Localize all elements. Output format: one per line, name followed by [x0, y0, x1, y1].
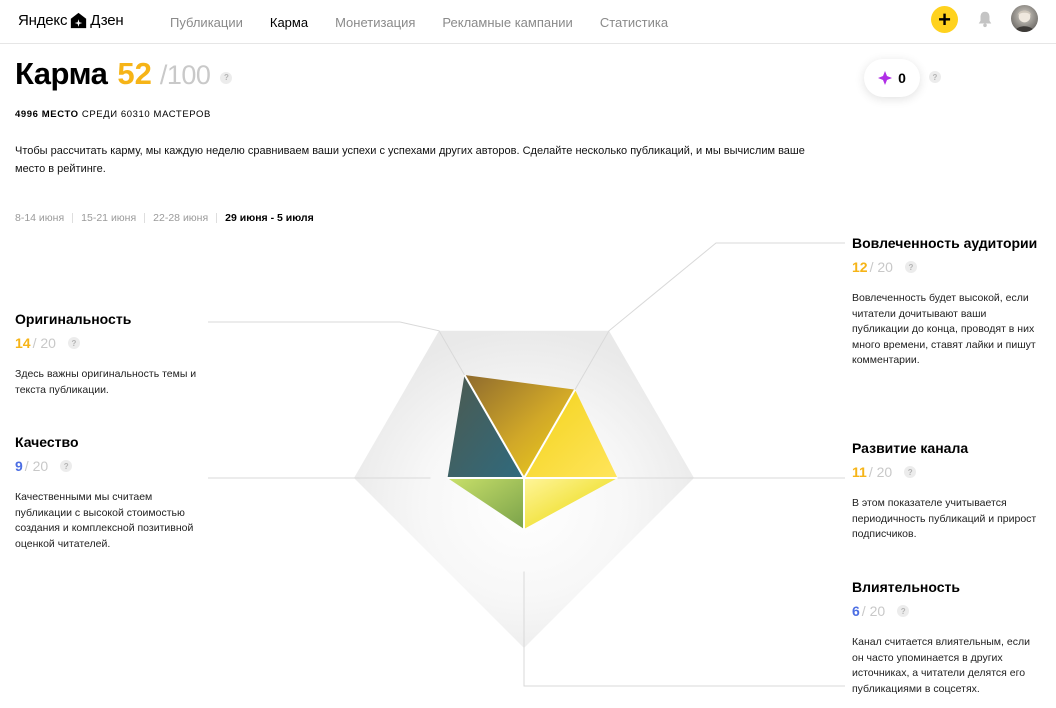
metric-score: 6 / 20 ? — [852, 603, 1042, 619]
nav-item-karma[interactable]: Карма — [270, 15, 308, 30]
metric-help-icon[interactable]: ? — [904, 261, 917, 273]
page-title: Карма — [15, 56, 108, 91]
diamond-icon — [878, 71, 893, 85]
radar-axis-line-2 — [523, 571, 845, 687]
radar-segment-originality — [464, 374, 575, 478]
logo[interactable]: Яндекс Дзен — [18, 9, 124, 31]
karma-value: 52 — [117, 56, 152, 91]
nav-item-ad-campaigns[interactable]: Рекламные кампании — [442, 15, 572, 30]
plus-icon: + — [938, 6, 951, 32]
radar-segment-influence — [447, 478, 524, 529]
karma-heading: Карма 52 /100 ? — [15, 56, 233, 92]
radar-spoke-engagement — [523, 389, 576, 479]
metric-description: Здесь важны оригинальность темы и текста… — [15, 368, 197, 396]
logo-zen: Дзен — [90, 11, 124, 29]
metric-value: 12 — [852, 259, 868, 275]
create-button[interactable]: + — [931, 6, 958, 33]
metric-max: / 20 — [32, 335, 56, 351]
metric-value: 6 — [852, 603, 860, 619]
metric-help-icon[interactable]: ? — [904, 466, 917, 478]
diamond-badge[interactable]: 0 — [864, 59, 920, 97]
metric-engagement: Вовлеченность аудитории 12 / 20 ? Вовлеч… — [852, 235, 1042, 369]
metric-title: Оригинальность — [15, 311, 132, 327]
nav-item-statistics[interactable]: Статистика — [600, 15, 668, 30]
metric-max: / 20 — [24, 458, 49, 474]
metric-help-icon[interactable]: ? — [60, 460, 73, 472]
metric-value: 14 — [15, 335, 31, 351]
metric-score: 11 / 20 ? — [852, 464, 1042, 480]
top-bar: Яндекс Дзен Публикации Карма Монетизация… — [0, 0, 1056, 44]
badge-help-icon[interactable]: ? — [929, 71, 941, 83]
divider — [72, 213, 74, 223]
nav-item-monetization[interactable]: Монетизация — [335, 15, 415, 30]
radar-segment-engagement — [524, 389, 618, 478]
metric-quality: Качество 9 / 20 ? Качественными мы счита… — [15, 434, 205, 552]
radar-axis-line-0 — [570, 242, 845, 398]
metric-score: 9 / 20 ? — [15, 458, 205, 474]
karma-help-icon[interactable]: ? — [220, 71, 233, 84]
karma-description: Чтобы рассчитать карму, мы каждую неделю… — [15, 145, 805, 175]
metric-channel-development: Развитие канала 11 / 20 ? В этом показат… — [852, 440, 1042, 543]
week-tab-3[interactable]: 22-28 июня — [153, 212, 208, 224]
bell-icon[interactable] — [976, 10, 994, 28]
metric-description: Канал считается влиятельным, если он час… — [852, 636, 1030, 695]
karma-max: /100 — [159, 60, 211, 90]
metric-help-icon[interactable]: ? — [67, 337, 80, 349]
week-tab-1[interactable]: 8-14 июня — [15, 212, 64, 224]
metric-score: 12 / 20 ? — [852, 259, 1042, 275]
rank-place: 4996 место — [15, 109, 79, 120]
divider — [144, 213, 146, 223]
metric-score: 14 / 20 ? — [15, 335, 205, 351]
metric-influence: Влиятельность 6 / 20 ? Канал считается в… — [852, 579, 1042, 697]
radar-segment-development — [524, 478, 618, 529]
rank-total: среди 60310 мастеров — [81, 109, 211, 120]
radar-axis-line-4 — [208, 321, 478, 398]
avatar[interactable] — [1011, 5, 1038, 32]
metric-max: / 20 — [868, 464, 893, 480]
week-tab-2[interactable]: 15-21 июня — [81, 212, 136, 224]
week-tab-4[interactable]: 29 июня - 5 июля — [225, 212, 314, 224]
logo-house-icon — [71, 12, 87, 28]
nav-item-publications[interactable]: Публикации — [170, 15, 243, 30]
metric-title: Качество — [15, 434, 79, 450]
metric-help-icon[interactable]: ? — [897, 605, 910, 617]
metric-description: Вовлеченность будет высокой, если читате… — [852, 292, 1036, 366]
metric-description: В этом показателе учитывается периодично… — [852, 497, 1037, 540]
radar-background — [354, 330, 694, 648]
metric-max: / 20 — [869, 259, 893, 275]
diamond-count: 0 — [898, 70, 906, 86]
radar-spoke-originality — [463, 374, 525, 479]
logo-yandex: Яндекс — [18, 11, 68, 29]
metric-originality: Оригинальность 14 / 20 ? Здесь важны ори… — [15, 311, 205, 398]
metric-value: 9 — [15, 458, 23, 474]
main-nav: Публикации Карма Монетизация Рекламные к… — [170, 0, 695, 44]
metric-title: Развитие канала — [852, 440, 969, 456]
rank-line: 4996 место среди 60310 мастеров — [15, 109, 211, 120]
week-selector: 8-14 июня 15-21 июня 22-28 июня 29 июня … — [15, 212, 314, 224]
metric-value: 11 — [852, 464, 867, 480]
divider — [216, 213, 218, 223]
metric-title: Вовлеченность аудитории — [852, 235, 1038, 251]
metric-description: Качественными мы считаем публикации с вы… — [15, 491, 194, 550]
radar-segment-quality — [447, 374, 524, 478]
metric-title: Влиятельность — [852, 579, 960, 595]
metric-max: / 20 — [861, 603, 886, 619]
